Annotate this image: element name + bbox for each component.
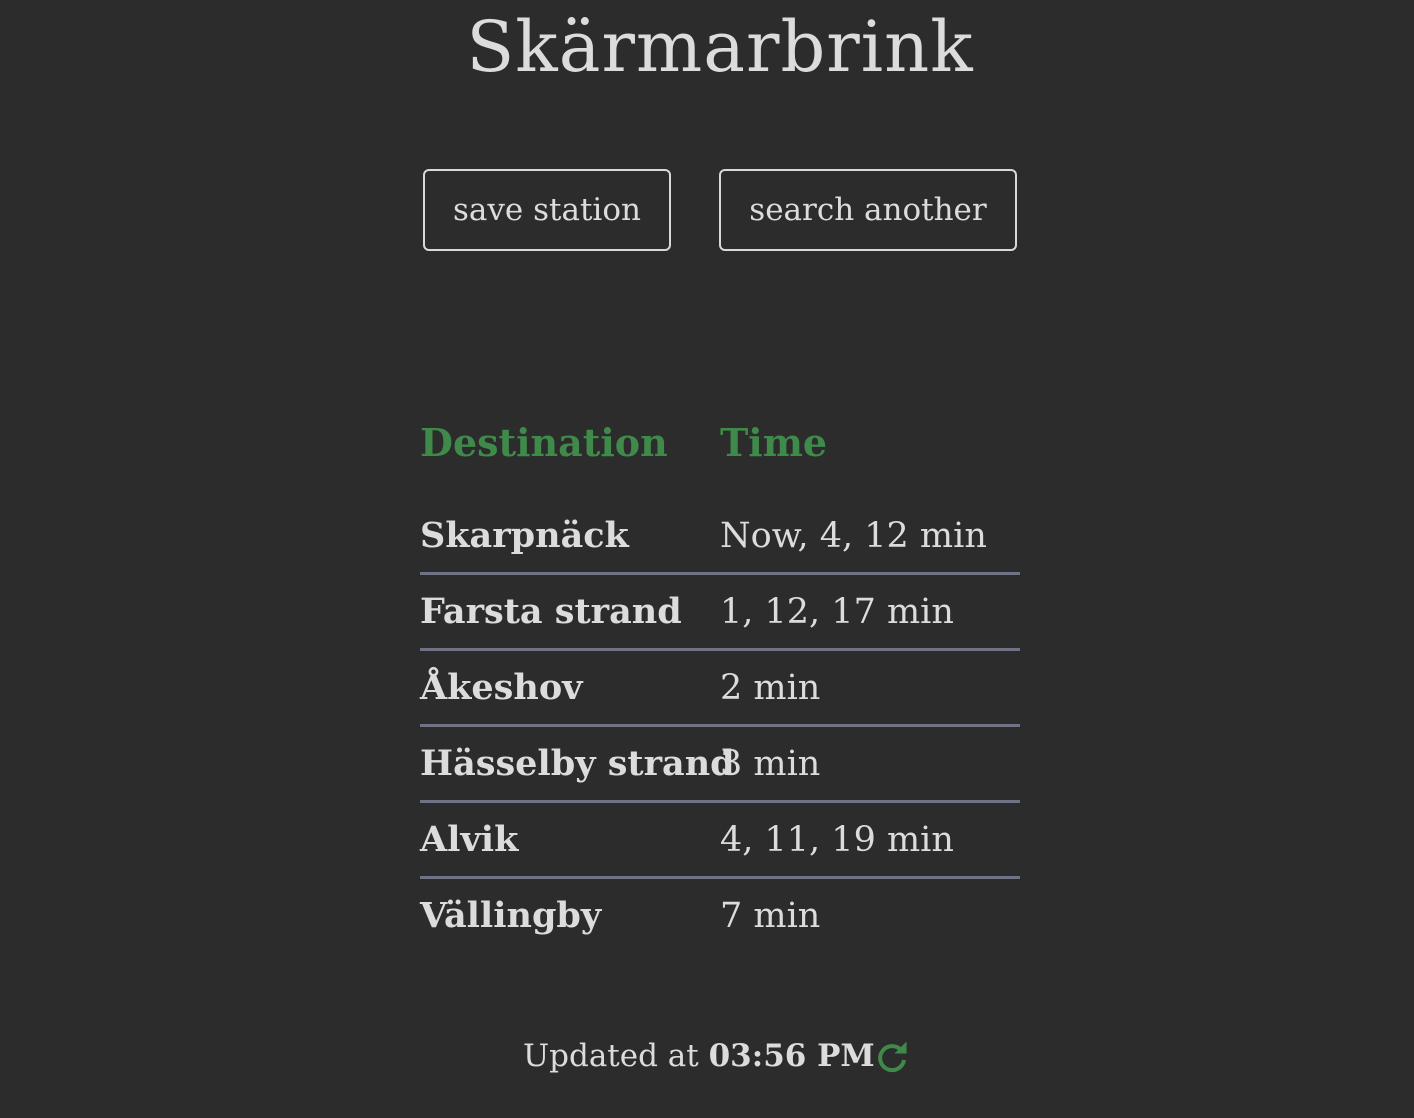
row-destination: Åkeshov xyxy=(420,667,583,708)
search-another-button[interactable]: search another xyxy=(719,169,1017,251)
refresh-icon[interactable] xyxy=(873,1038,913,1078)
row-time: 2 min xyxy=(720,667,821,708)
row-time: 3 min xyxy=(720,743,821,784)
row-destination: Vällingby xyxy=(420,895,602,936)
row-time: 7 min xyxy=(720,895,821,936)
updated-status: Updated at 03:56 PM xyxy=(523,1038,875,1074)
header-destination: Destination xyxy=(420,419,668,465)
updated-label: Updated at xyxy=(523,1038,699,1074)
departures-table: Destination Time Skarpnäck Now, 4, 12 mi… xyxy=(420,412,1020,952)
row-time: Now, 4, 12 min xyxy=(720,515,987,556)
save-station-button[interactable]: save station xyxy=(423,169,671,251)
table-header: Destination Time xyxy=(420,412,1020,472)
row-time: 1, 12, 17 min xyxy=(720,591,954,632)
table-body: Skarpnäck Now, 4, 12 min Farsta strand 1… xyxy=(420,499,1020,952)
row-destination: Skarpnäck xyxy=(420,515,629,556)
row-time: 4, 11, 19 min xyxy=(720,819,954,860)
row-destination: Hässelby strand xyxy=(420,743,735,784)
row-destination: Alvik xyxy=(420,819,519,860)
updated-time: 03:56 PM xyxy=(708,1038,875,1074)
header-time: Time xyxy=(720,419,828,465)
table-row: Farsta strand 1, 12, 17 min xyxy=(420,575,1020,648)
table-row: Alvik 4, 11, 19 min xyxy=(420,803,1020,876)
page-title: Skärmarbrink xyxy=(466,6,974,88)
table-row: Hässelby strand 3 min xyxy=(420,727,1020,800)
table-row: Skarpnäck Now, 4, 12 min xyxy=(420,499,1020,572)
departures-page: Skärmarbrink save station search another… xyxy=(0,0,1414,1118)
table-row: Åkeshov 2 min xyxy=(420,651,1020,724)
table-row: Vällingby 7 min xyxy=(420,879,1020,952)
row-destination: Farsta strand xyxy=(420,591,682,632)
footer: Updated at 03:56 PM xyxy=(0,1030,1414,1084)
